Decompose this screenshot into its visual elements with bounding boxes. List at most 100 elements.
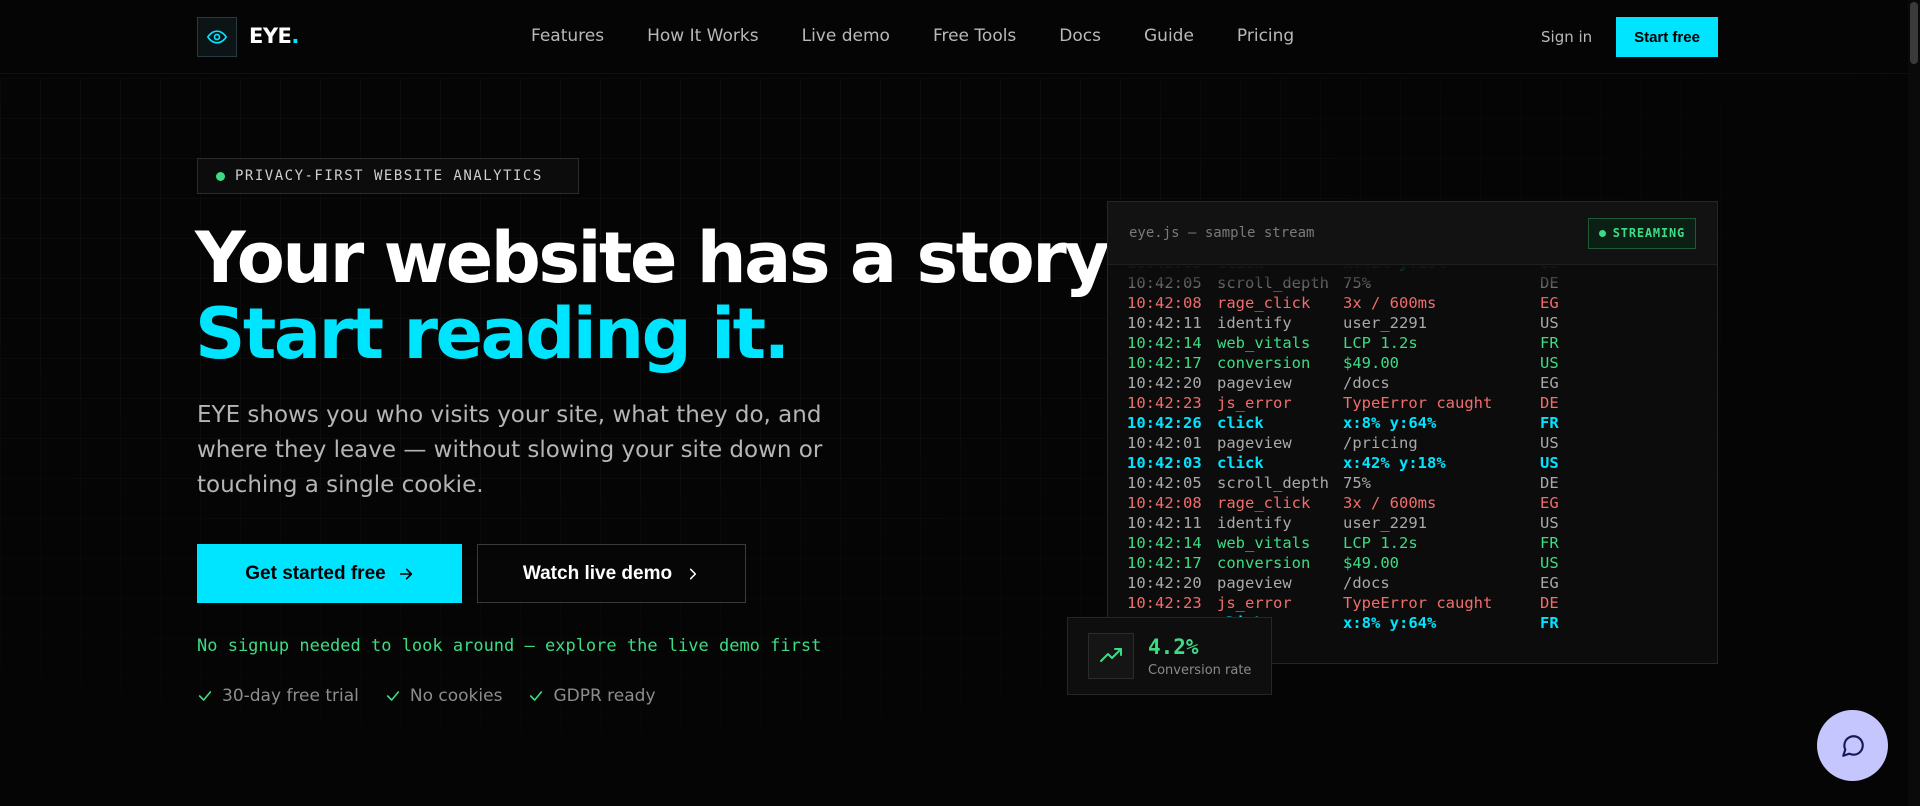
event-country: DE bbox=[1540, 594, 1559, 612]
event-name: web_vitals bbox=[1217, 534, 1311, 552]
event-stream-panel: eye.js — sample stream STREAMING 10:42:0… bbox=[1107, 201, 1718, 664]
event-country: US bbox=[1540, 354, 1559, 372]
nav-how-it-works[interactable]: How It Works bbox=[647, 26, 758, 46]
event-name: conversion bbox=[1217, 354, 1311, 372]
trending-up-icon bbox=[1100, 648, 1122, 662]
check-icon bbox=[530, 691, 543, 701]
event-country: DE bbox=[1540, 394, 1559, 412]
event-value: user_2291 bbox=[1343, 514, 1427, 532]
event-row: 10:42:23 js_error TypeError caught DE bbox=[1127, 393, 1707, 413]
event-country: FR bbox=[1540, 414, 1559, 432]
event-time: 10:42:14 bbox=[1127, 334, 1202, 352]
event-time: 10:42:14 bbox=[1127, 534, 1202, 552]
check-label: No cookies bbox=[409, 686, 503, 706]
streaming-label: STREAMING bbox=[1612, 226, 1685, 240]
event-name: web_vitals bbox=[1217, 334, 1311, 352]
terminal-header: eye.js — sample stream STREAMING bbox=[1108, 202, 1717, 265]
event-value: /docs bbox=[1343, 374, 1390, 392]
event-value: 3x / 600ms bbox=[1343, 494, 1437, 512]
event-value: TypeError caught bbox=[1343, 594, 1493, 612]
event-row: 10:42:05 scroll_depth 75% DE bbox=[1127, 273, 1707, 293]
event-name: scroll_depth bbox=[1217, 474, 1329, 492]
event-value: /docs bbox=[1343, 574, 1390, 592]
conversion-value: 4.2% bbox=[1148, 634, 1199, 659]
event-country: DE bbox=[1540, 474, 1559, 492]
event-row: 10:42:23 js_error TypeError caught DE bbox=[1127, 593, 1707, 613]
get-started-button[interactable]: Get started free bbox=[197, 544, 462, 603]
terminal-body[interactable]: 10:42:03clickx:42% y:18%US10:42:05 scroll… bbox=[1108, 265, 1717, 663]
event-time: 10:42:26 bbox=[1127, 414, 1202, 432]
event-value: $49.00 bbox=[1343, 554, 1399, 572]
hero-title-line1: Your website has a story. bbox=[195, 217, 1128, 299]
event-row: 10:42:05 scroll_depth 75% DE bbox=[1127, 473, 1707, 493]
event-row: 10:42:01 pageview/pricing US bbox=[1127, 433, 1707, 453]
event-value: x:42% y:18% bbox=[1343, 454, 1446, 472]
feature-checks: 30-day free trial No cookies GDPR ready bbox=[197, 686, 656, 706]
event-time: 10:42:20 bbox=[1127, 374, 1202, 392]
chat-button[interactable] bbox=[1817, 710, 1888, 781]
watch-demo-button[interactable]: Watch live demo bbox=[477, 544, 746, 603]
scrollbar-thumb[interactable] bbox=[1910, 2, 1918, 64]
conversion-label: Conversion rate bbox=[1148, 662, 1252, 678]
chat-bubble-icon bbox=[1841, 734, 1864, 757]
get-started-label: Get started free bbox=[245, 562, 386, 584]
event-country: US bbox=[1540, 314, 1559, 332]
sign-in-link[interactable]: Sign in bbox=[1541, 28, 1592, 46]
event-row: 10:42:20 pageview/docs EG bbox=[1127, 373, 1707, 393]
event-country: DE bbox=[1540, 274, 1559, 292]
event-name: pageview bbox=[1217, 434, 1292, 452]
demo-note: No signup needed to look around — explor… bbox=[197, 636, 822, 656]
event-row: 10:42:03clickx:42% y:18%US bbox=[1127, 265, 1707, 273]
event-time: 10:42:23 bbox=[1127, 594, 1202, 612]
check-icon bbox=[386, 691, 400, 701]
terminal-title: eye.js — sample stream bbox=[1129, 225, 1315, 241]
event-time: 10:42:05 bbox=[1127, 274, 1202, 292]
streaming-badge: STREAMING bbox=[1587, 217, 1696, 249]
eye-icon bbox=[207, 30, 227, 44]
event-value: TypeError caught bbox=[1343, 394, 1493, 412]
event-time: 10:42:11 bbox=[1127, 514, 1202, 532]
event-country: EG bbox=[1540, 494, 1559, 512]
conversion-card: 4.2% Conversion rate bbox=[1067, 617, 1272, 695]
nav-free-tools[interactable]: Free Tools bbox=[933, 26, 1016, 46]
brand-dot: . bbox=[291, 24, 299, 48]
event-name: pageview bbox=[1217, 574, 1292, 592]
event-row: 10:42:08 rage_click 3x / 600ms EG bbox=[1127, 293, 1707, 313]
event-name: pageview bbox=[1217, 374, 1292, 392]
start-free-button[interactable]: Start free bbox=[1616, 17, 1718, 57]
nav-live-demo[interactable]: Live demo bbox=[802, 26, 890, 46]
logo-mark[interactable] bbox=[197, 17, 237, 57]
event-time: 10:42:20 bbox=[1127, 574, 1202, 592]
event-value: x:8% y:64% bbox=[1343, 414, 1437, 432]
nav-docs[interactable]: Docs bbox=[1059, 26, 1101, 46]
event-value: 75% bbox=[1343, 474, 1371, 492]
event-country: FR bbox=[1540, 334, 1559, 352]
nav-features[interactable]: Features bbox=[531, 26, 604, 46]
hero-badge-text: PRIVACY-FIRST WEBSITE ANALYTICS bbox=[235, 168, 543, 184]
event-country: FR bbox=[1540, 614, 1559, 632]
event-value: x:8% y:64% bbox=[1343, 614, 1437, 632]
nav-guide[interactable]: Guide bbox=[1144, 26, 1194, 46]
event-value: LCP 1.2s bbox=[1343, 534, 1418, 552]
page-scrollbar[interactable] bbox=[1908, 0, 1920, 806]
logo-wordmark[interactable]: EYE. bbox=[249, 24, 299, 48]
event-time: 10:42:23 bbox=[1127, 394, 1202, 412]
live-dot-icon bbox=[1598, 229, 1606, 237]
event-name: js_error bbox=[1217, 394, 1292, 412]
event-country: US bbox=[1540, 265, 1580, 273]
hero-badge: PRIVACY-FIRST WEBSITE ANALYTICS bbox=[197, 158, 579, 194]
hero-title: Your website has a story. Start reading … bbox=[195, 217, 1128, 372]
event-name: conversion bbox=[1217, 554, 1311, 572]
event-name: js_error bbox=[1217, 594, 1292, 612]
event-value: 75% bbox=[1343, 274, 1371, 292]
nav-pricing[interactable]: Pricing bbox=[1237, 26, 1294, 46]
chevron-right-icon bbox=[690, 568, 697, 579]
event-time: 10:42:08 bbox=[1127, 494, 1202, 512]
main-nav: Features How It Works Live demo Free Too… bbox=[531, 26, 1337, 46]
check-item: No cookies bbox=[385, 686, 503, 706]
status-dot-icon bbox=[216, 171, 225, 181]
event-name: rage_click bbox=[1217, 494, 1311, 512]
event-country: EG bbox=[1540, 374, 1559, 392]
event-name: identify bbox=[1217, 514, 1292, 532]
event-value: $49.00 bbox=[1343, 354, 1399, 372]
